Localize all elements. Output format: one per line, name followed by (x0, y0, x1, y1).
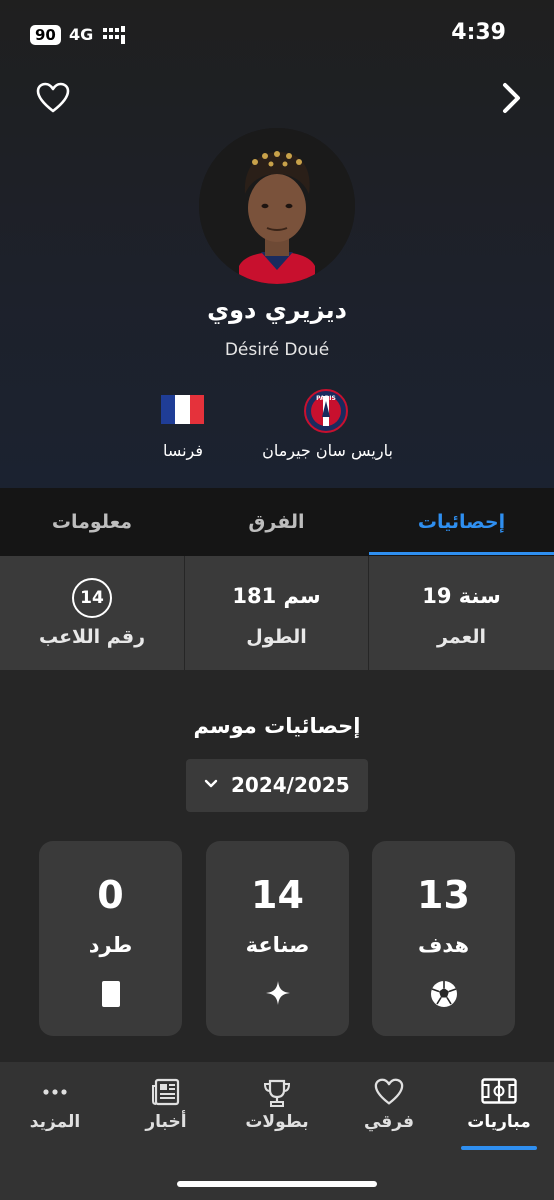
battery-indicator: 90 (30, 25, 61, 45)
home-indicator[interactable] (177, 1181, 377, 1187)
nav-my-teams-label: فرقي (363, 1112, 415, 1132)
number-cell: 14 رقم اللاعب (0, 556, 184, 670)
player-name-latin: Désiré Doué (224, 340, 330, 360)
age-label: العمر (437, 626, 486, 648)
shirt-number: 14 (72, 578, 112, 618)
nav-my-teams[interactable]: فرقي (334, 1062, 444, 1162)
goals-label: هدف (417, 933, 470, 957)
goals-card: 13 هدف (372, 841, 515, 1036)
assists-label: صناعة (245, 933, 310, 957)
nav-more[interactable]: المزيد (0, 1062, 110, 1162)
football-icon (430, 981, 457, 1007)
height-value: 181 سم (232, 584, 321, 608)
assists-value: 14 (251, 873, 304, 917)
nav-tournaments[interactable]: بطولات (222, 1062, 332, 1162)
nav-news[interactable]: أخبار (111, 1062, 221, 1162)
season-selector[interactable]: 2024/2025 (186, 759, 368, 812)
player-name-arabic: ديزيري دوي (207, 296, 347, 324)
favorite-heart-icon[interactable] (36, 82, 70, 114)
goals-value: 13 (417, 873, 470, 917)
svg-text:PARIS: PARIS (316, 395, 336, 402)
tab-info[interactable]: معلومات (0, 488, 184, 556)
chevron-right-icon[interactable] (496, 81, 526, 115)
chevron-down-icon (204, 779, 218, 788)
height-label: الطول (246, 626, 307, 648)
nav-tournaments-label: بطولات (245, 1112, 309, 1132)
season-stats-title: إحصائيات موسم (193, 714, 361, 738)
season-value: 2024/2025 (231, 773, 350, 797)
tab-bar: إحصائيات الفرق معلومات (0, 488, 554, 556)
heart-icon (374, 1078, 404, 1105)
club-name[interactable]: باريس سان جيرمان (240, 441, 415, 460)
nav-news-label: أخبار (145, 1112, 187, 1132)
nav-matches-label: مباريات (467, 1112, 531, 1132)
age-value: 19 سنة (422, 584, 501, 608)
tab-teams[interactable]: الفرق (184, 488, 369, 556)
assists-card: 14 صناعة (206, 841, 349, 1036)
nav-more-label: المزيد (29, 1112, 81, 1132)
pitch-icon (481, 1078, 517, 1104)
more-icon (43, 1089, 67, 1095)
red-cards-card: 0 طرد (39, 841, 182, 1036)
news-icon (152, 1078, 180, 1106)
height-cell: 181 سم الطول (185, 556, 368, 670)
clock: 4:39 (451, 20, 506, 45)
red-cards-value: 0 (97, 873, 124, 917)
network-label: 4G (69, 25, 94, 44)
red-card-icon (101, 981, 120, 1007)
player-avatar (199, 128, 355, 284)
number-label: رقم اللاعب (38, 626, 146, 648)
age-cell: 19 سنة العمر (369, 556, 554, 670)
sparkle-icon (265, 981, 290, 1005)
active-tab-indicator (369, 552, 554, 555)
country-name: فرنسا (162, 441, 204, 460)
red-cards-label: طرد (88, 933, 133, 957)
trophy-icon (263, 1079, 291, 1107)
psg-logo-icon[interactable]: PARIS (304, 389, 348, 433)
tab-statistics[interactable]: إحصائيات (369, 488, 554, 556)
signal-icon (103, 26, 125, 44)
france-flag-icon (161, 395, 204, 424)
active-nav-indicator (461, 1146, 537, 1150)
bottom-navigation: مباريات فرقي بطولات أخبار المزيد (0, 1062, 554, 1200)
